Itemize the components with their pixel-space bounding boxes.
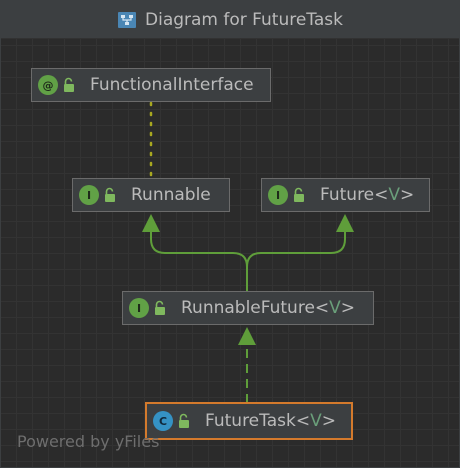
public-lock-icon — [294, 187, 304, 202]
node-label: RunnableFuture<V> — [181, 298, 356, 318]
interface-badge-icon: I — [268, 185, 288, 205]
arrowhead-runnable — [142, 214, 160, 232]
window-title: Diagram for FutureTask — [145, 9, 343, 30]
node-label: FutureTask<V> — [205, 411, 336, 431]
node-name: Future — [320, 185, 375, 205]
node-name: RunnableFuture — [181, 298, 315, 318]
public-lock-icon — [64, 77, 74, 92]
node-future[interactable]: I Future<V> — [261, 178, 430, 212]
title-bar: Diagram for FutureTask — [1, 1, 459, 39]
node-runnable[interactable]: I Runnable — [72, 178, 230, 212]
node-label: Future<V> — [320, 185, 415, 205]
interface-badge-icon: I — [129, 298, 149, 318]
interface-badge-icon: I — [79, 185, 99, 205]
public-lock-icon — [155, 300, 165, 315]
extends-edge-future — [246, 229, 346, 292]
arrowhead-future — [336, 214, 354, 232]
type-param: V — [310, 411, 322, 431]
node-functional-interface[interactable]: @ FunctionalInterface — [31, 68, 271, 102]
class-diagram-icon — [118, 11, 136, 28]
node-future-task[interactable]: C FutureTask<V> — [145, 402, 353, 440]
node-runnable-future[interactable]: I RunnableFuture<V> — [122, 291, 374, 325]
diagram-canvas[interactable]: @ FunctionalInterface I Runnable I Futur… — [1, 39, 459, 467]
public-lock-icon — [105, 187, 115, 202]
annotation-badge-icon: @ — [38, 75, 58, 95]
node-label: FunctionalInterface — [90, 75, 254, 95]
yfiles-watermark: Powered by yFiles — [17, 432, 160, 451]
class-badge-icon: C — [153, 411, 173, 431]
arrowhead-runnablefuture — [238, 327, 256, 345]
public-lock-icon — [179, 413, 189, 428]
type-param: V — [388, 185, 401, 205]
extends-edge-runnable — [150, 229, 248, 292]
node-label: Runnable — [131, 185, 211, 205]
node-name: FutureTask — [205, 411, 296, 431]
diagram-window: Diagram for FutureTask @ FunctionalInter… — [0, 0, 460, 468]
type-param: V — [329, 298, 341, 318]
